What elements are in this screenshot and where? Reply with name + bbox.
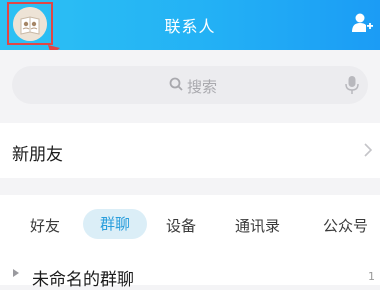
group-count: 1 [368,270,375,283]
page-title: 联系人 [164,17,216,36]
group-list-item[interactable]: 未命名的群聊 1 [0,255,380,290]
expand-arrow-icon [13,269,19,277]
search-input[interactable]: 搜索 [12,66,368,104]
group-name: 未命名的群聊 [32,270,134,290]
new-friends-label: 新朋友 [12,145,63,165]
search-placeholder: 搜索 [187,78,218,96]
add-contact-icon[interactable] [352,12,374,34]
search-icon [169,77,183,91]
top-bar: 联系人 [0,0,380,69]
tab-address-book[interactable]: 通讯录 [235,215,280,236]
mic-icon[interactable] [345,75,359,95]
new-friends-row[interactable]: 新朋友 [0,123,380,178]
tab-groups[interactable]: 群聊 [83,209,147,239]
tab-official-accounts[interactable]: 公众号 [323,215,368,236]
search-area: 搜索 [0,50,380,120]
contact-tabs: 好友 群聊 设备 通讯录 公众号 [0,195,380,255]
chevron-right-icon [364,143,372,157]
tab-friends[interactable]: 好友 [30,215,60,236]
tab-devices[interactable]: 设备 [166,215,196,236]
